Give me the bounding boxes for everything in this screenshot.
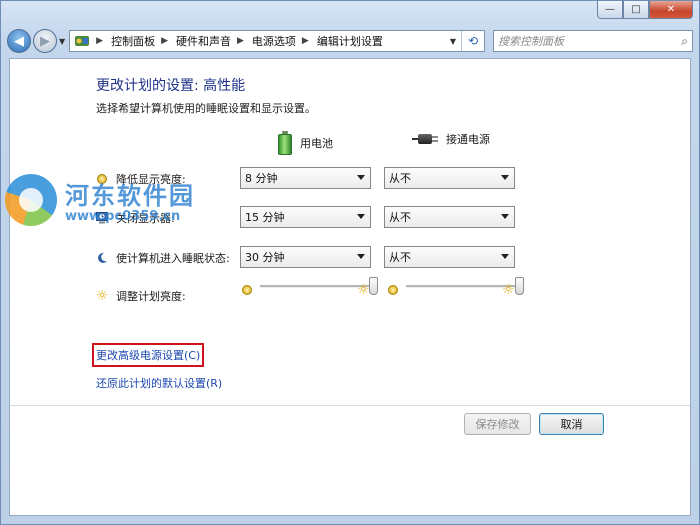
dim-display-label: 降低显示亮度: — [116, 173, 186, 186]
plugged-column-header: 接通电源 — [412, 131, 490, 147]
brightness-label: 调整计划亮度: — [116, 290, 186, 303]
turn-off-display-plugged-select[interactable]: 从不 — [384, 206, 515, 228]
slider-thumb[interactable] — [369, 277, 378, 295]
sleep-moon-icon — [96, 252, 108, 264]
dim-display-icon — [96, 173, 108, 185]
footer-divider — [10, 405, 690, 406]
brightness-high-icon: ☼ — [502, 282, 515, 298]
chevron-right-icon[interactable]: ▶ — [237, 36, 244, 46]
restore-defaults-link[interactable]: 还原此计划的默认设置(R) — [96, 375, 222, 391]
turn-off-display-battery-value: 15 分钟 — [245, 211, 285, 224]
search-box[interactable]: 搜索控制面板 ⌕ — [493, 30, 693, 52]
close-button[interactable]: ✕ — [649, 1, 693, 19]
brightness-high-icon: ☼ — [357, 282, 370, 298]
turn-off-display-plugged-value: 从不 — [389, 211, 411, 224]
sleep-label: 使计算机进入睡眠状态: — [116, 252, 230, 265]
chevron-down-icon — [501, 214, 509, 219]
address-dropdown-icon[interactable]: ▼ — [450, 31, 456, 51]
power-plug-icon — [412, 132, 438, 146]
page-title: 更改计划的设置: 高性能 — [96, 78, 246, 94]
refresh-icon[interactable]: ⟲ — [461, 31, 484, 51]
setting-row-brightness: ☼ 调整计划亮度: — [96, 288, 186, 304]
minimize-button[interactable]: — — [597, 1, 623, 19]
chevron-down-icon — [357, 254, 365, 259]
page-subtitle: 选择希望计算机使用的睡眠设置和显示设置。 — [96, 102, 316, 115]
sleep-plugged-value: 从不 — [389, 251, 411, 264]
sleep-battery-select[interactable]: 30 分钟 — [240, 246, 371, 268]
chevron-right-icon[interactable]: ▶ — [302, 36, 309, 46]
cancel-button[interactable]: 取消 — [539, 413, 604, 435]
chevron-down-icon — [501, 254, 509, 259]
setting-row-sleep: 使计算机进入睡眠状态: — [96, 250, 230, 266]
monitor-icon — [96, 212, 108, 224]
slider-thumb[interactable] — [515, 277, 524, 295]
setting-row-dim-display: 降低显示亮度: — [96, 171, 186, 187]
chevron-down-icon — [357, 214, 365, 219]
turn-off-display-battery-select[interactable]: 15 分钟 — [240, 206, 371, 228]
control-panel-window: — □ ✕ ◀ ▶ ▼ ▶ 控制面板 ▶ 硬件和声音 ▶ 电源选项 ▶ 编辑计划… — [0, 0, 700, 525]
advanced-power-settings-link[interactable]: 更改高级电源设置(C) — [91, 343, 205, 367]
dim-display-battery-select[interactable]: 8 分钟 — [240, 167, 371, 189]
main-content: 更改计划的设置: 高性能 选择希望计算机使用的睡眠设置和显示设置。 用电池 接通… — [9, 58, 691, 516]
address-bar[interactable]: ▶ 控制面板 ▶ 硬件和声音 ▶ 电源选项 ▶ 编辑计划设置 ▼ ⟲ — [69, 30, 485, 52]
breadcrumb-hardware-sound[interactable]: 硬件和声音 — [176, 33, 231, 49]
breadcrumb: ▶ 控制面板 ▶ 硬件和声音 ▶ 电源选项 ▶ 编辑计划设置 — [90, 33, 383, 49]
plugged-column-label: 接通电源 — [446, 133, 490, 146]
dim-display-battery-value: 8 分钟 — [245, 172, 278, 185]
recent-pages-dropdown-icon[interactable]: ▼ — [59, 37, 65, 46]
maximize-button[interactable]: □ — [623, 1, 649, 19]
sleep-plugged-select[interactable]: 从不 — [384, 246, 515, 268]
battery-column-label: 用电池 — [300, 137, 333, 150]
brightness-low-icon — [242, 285, 252, 295]
breadcrumb-control-panel[interactable]: 控制面板 — [111, 33, 155, 49]
breadcrumb-power-options[interactable]: 电源选项 — [252, 33, 296, 49]
sleep-battery-value: 30 分钟 — [245, 251, 285, 264]
chevron-down-icon — [501, 175, 509, 180]
search-input[interactable]: 搜索控制面板 — [498, 33, 681, 49]
dim-display-plugged-select[interactable]: 从不 — [384, 167, 515, 189]
search-icon[interactable]: ⌕ — [681, 34, 688, 49]
back-button[interactable]: ◀ — [7, 29, 31, 53]
dim-display-plugged-value: 从不 — [389, 172, 411, 185]
caption-buttons: — □ ✕ — [597, 1, 693, 19]
battery-icon — [278, 131, 292, 155]
chevron-right-icon[interactable]: ▶ — [161, 36, 168, 46]
chevron-down-icon — [357, 175, 365, 180]
brightness-low-icon — [388, 285, 398, 295]
control-panel-icon — [74, 33, 90, 49]
forward-button[interactable]: ▶ — [33, 29, 57, 53]
brightness-sun-icon: ☼ — [95, 288, 109, 304]
turn-off-display-label: 关闭显示器: — [116, 212, 175, 225]
battery-column-header: 用电池 — [278, 131, 333, 155]
navigation-bar: ◀ ▶ ▼ ▶ 控制面板 ▶ 硬件和声音 ▶ 电源选项 ▶ 编辑计划设置 ▼ ⟲… — [7, 28, 693, 54]
save-changes-button[interactable]: 保存修改 — [464, 413, 531, 435]
breadcrumb-edit-plan[interactable]: 编辑计划设置 — [317, 33, 383, 49]
chevron-right-icon[interactable]: ▶ — [96, 36, 103, 46]
setting-row-turn-off-display: 关闭显示器: — [96, 210, 175, 226]
